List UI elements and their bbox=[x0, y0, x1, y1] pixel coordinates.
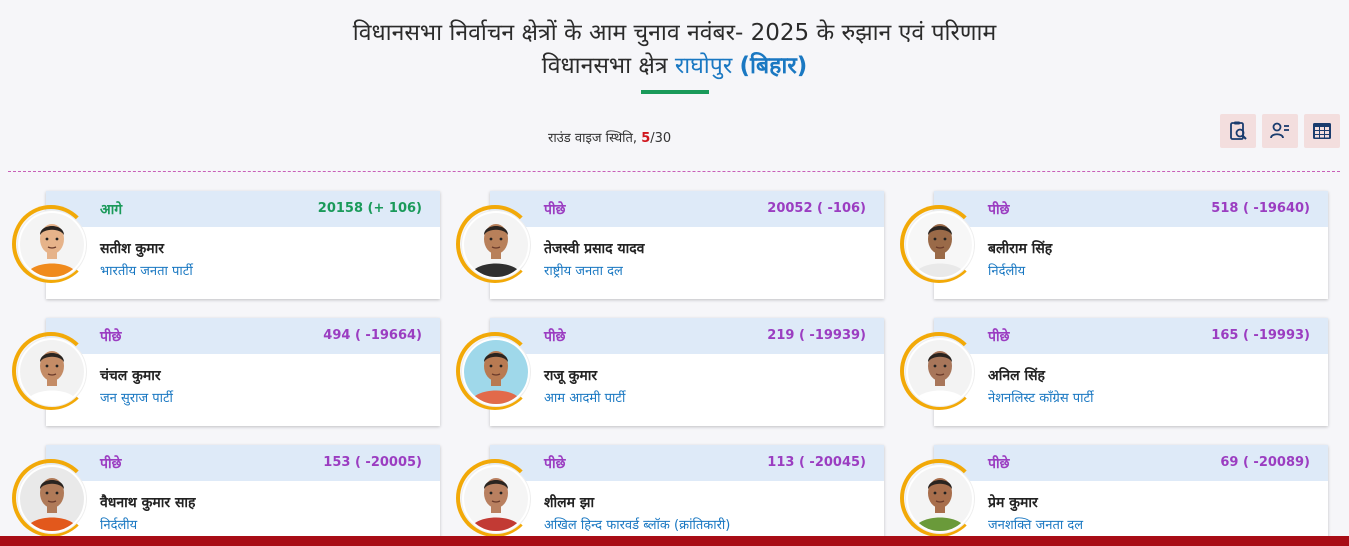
candidate-name: प्रेम कुमार bbox=[988, 495, 1038, 511]
candidate-party: निर्दलीय bbox=[988, 264, 1026, 279]
candidate-votes: 113 ( -20045) bbox=[767, 455, 866, 470]
candidate-party: आम आदमी पार्टी bbox=[544, 391, 626, 406]
candidate-card[interactable]: पीछे 518 ( -19640) बलीराम सिंह निर्दलीय bbox=[900, 191, 1328, 299]
candidate-avatar bbox=[906, 211, 974, 279]
person-photo-icon bbox=[908, 467, 972, 531]
candidate-status: पीछे bbox=[100, 329, 122, 345]
candidate-card-header: पीछे 113 ( -20045) bbox=[490, 445, 884, 481]
candidate-avatar bbox=[18, 465, 86, 533]
candidate-name: वैधनाथ कुमार साह bbox=[100, 495, 196, 511]
candidate-card-body: पीछे 165 ( -19993) अनिल सिंह नेशनलिस्ट कॉंग… bbox=[934, 318, 1328, 426]
person-photo-icon bbox=[20, 340, 84, 404]
candidate-card[interactable]: पीछे 69 ( -20089) प्रेम कुमार जनशक्ति जनता … bbox=[900, 445, 1328, 546]
candidate-name: सतीश कुमार bbox=[100, 241, 164, 257]
candidate-party: जन सुराज पार्टी bbox=[100, 391, 173, 406]
candidate-card-body: आगे 20158 (+ 106) सतीश कुमार भारतीय जनता पा… bbox=[46, 191, 440, 299]
round-current: 5 bbox=[641, 131, 651, 146]
candidate-avatar bbox=[18, 338, 86, 406]
candidate-card-header: आगे 20158 (+ 106) bbox=[46, 191, 440, 227]
section-divider bbox=[8, 171, 1340, 172]
candidate-name: बलीराम सिंह bbox=[988, 241, 1053, 257]
candidate-list-icon[interactable] bbox=[1262, 114, 1298, 148]
candidate-votes: 153 ( -20005) bbox=[323, 455, 422, 470]
candidate-party: भारतीय जनता पार्टी bbox=[100, 264, 193, 279]
candidate-party: अखिल हिन्द फारवर्ड ब्लॉक (क्रांतिकारी) bbox=[544, 518, 731, 533]
candidate-votes: 69 ( -20089) bbox=[1220, 455, 1310, 470]
candidate-card[interactable]: पीछे 153 ( -20005) वैधनाथ कुमार साह निर्दली… bbox=[12, 445, 440, 546]
candidate-card-body: पीछे 153 ( -20005) वैधनाथ कुमार साह निर्दली… bbox=[46, 445, 440, 546]
candidate-status: पीछे bbox=[544, 456, 566, 472]
candidate-name: तेजस्वी प्रसाद यादव bbox=[544, 241, 645, 257]
round-label: राउंड वाइज स्थिति, bbox=[548, 131, 638, 146]
state-name: (बिहार) bbox=[739, 53, 808, 79]
candidate-status: पीछे bbox=[100, 456, 122, 472]
candidate-avatar bbox=[462, 211, 530, 279]
view-switcher bbox=[1220, 114, 1340, 148]
candidate-status: पीछे bbox=[988, 202, 1010, 218]
person-photo-icon bbox=[908, 213, 972, 277]
round-row: राउंड वाइज स्थिति, 5/30 bbox=[0, 114, 1349, 148]
person-photo-icon bbox=[20, 467, 84, 531]
candidate-votes: 20158 (+ 106) bbox=[317, 201, 422, 216]
candidate-card-body: पीछे 20052 ( -106) तेजस्वी प्रसाद यादव राष्… bbox=[490, 191, 884, 299]
candidate-card-body: पीछे 113 ( -20045) शीलम झा अखिल हिन्द फारवर… bbox=[490, 445, 884, 546]
candidate-card-header: पीछे 20052 ( -106) bbox=[490, 191, 884, 227]
constituency-name: राघोपुर bbox=[674, 53, 733, 79]
candidate-status: पीछे bbox=[544, 329, 566, 345]
candidate-name: शीलम झा bbox=[544, 495, 595, 511]
candidate-avatar bbox=[462, 338, 530, 406]
candidate-status: पीछे bbox=[988, 329, 1010, 345]
candidate-party: निर्दलीय bbox=[100, 518, 138, 533]
candidate-card[interactable]: पीछे 494 ( -19664) चंचल कुमार जन सुराज पार्… bbox=[12, 318, 440, 426]
candidate-votes: 165 ( -19993) bbox=[1211, 328, 1310, 343]
candidate-votes: 219 ( -19939) bbox=[767, 328, 866, 343]
person-photo-icon bbox=[464, 467, 528, 531]
candidate-status: पीछे bbox=[544, 202, 566, 218]
candidate-card-body: पीछे 69 ( -20089) प्रेम कुमार जनशक्ति जनता … bbox=[934, 445, 1328, 546]
candidate-card[interactable]: पीछे 219 ( -19939) राजू कुमार आम आदमी पार्ट… bbox=[456, 318, 884, 426]
candidate-card-header: पीछे 153 ( -20005) bbox=[46, 445, 440, 481]
candidate-status: आगे bbox=[100, 202, 123, 218]
candidate-card[interactable]: आगे 20158 (+ 106) सतीश कुमार भारतीय जनता पा… bbox=[12, 191, 440, 299]
title-underline bbox=[640, 90, 709, 94]
candidate-card-header: पीछे 219 ( -19939) bbox=[490, 318, 884, 354]
person-photo-icon bbox=[464, 213, 528, 277]
candidate-card-body: पीछे 518 ( -19640) बलीराम सिंह निर्दलीय bbox=[934, 191, 1328, 299]
candidate-party: नेशनलिस्ट कॉंग्रेस पार्टी bbox=[988, 391, 1094, 406]
candidate-name: अनिल सिंह bbox=[988, 368, 1045, 384]
candidate-status: पीछे bbox=[988, 456, 1010, 472]
candidate-card-header: पीछे 69 ( -20089) bbox=[934, 445, 1328, 481]
candidate-votes: 20052 ( -106) bbox=[767, 201, 866, 216]
candidate-card-body: पीछे 219 ( -19939) राजू कुमार आम आदमी पार्ट… bbox=[490, 318, 884, 426]
person-photo-icon bbox=[464, 340, 528, 404]
candidate-card[interactable]: पीछे 20052 ( -106) तेजस्वी प्रसाद यादव राष्… bbox=[456, 191, 884, 299]
candidate-party: राष्ट्रीय जनता दल bbox=[544, 264, 623, 279]
round-total: /30 bbox=[650, 131, 672, 146]
candidate-votes: 494 ( -19664) bbox=[323, 328, 422, 343]
candidate-avatar bbox=[906, 338, 974, 406]
candidate-card-body: पीछे 494 ( -19664) चंचल कुमार जन सुराज पार्… bbox=[46, 318, 440, 426]
person-photo-icon bbox=[908, 340, 972, 404]
candidate-card[interactable]: पीछे 165 ( -19993) अनिल सिंह नेशनलिस्ट कॉंग… bbox=[900, 318, 1328, 426]
table-grid-icon[interactable] bbox=[1304, 114, 1340, 148]
candidate-name: चंचल कुमार bbox=[100, 368, 161, 384]
candidate-party: जनशक्ति जनता दल bbox=[988, 518, 1084, 533]
candidate-card-header: पीछे 165 ( -19993) bbox=[934, 318, 1328, 354]
candidate-avatar bbox=[18, 211, 86, 279]
candidate-votes: 518 ( -19640) bbox=[1211, 201, 1310, 216]
round-status: राउंड वाइज स्थिति, 5/30 bbox=[548, 128, 671, 146]
candidate-avatar bbox=[906, 465, 974, 533]
candidate-name: राजू कुमार bbox=[544, 368, 598, 384]
candidate-avatar bbox=[462, 465, 530, 533]
subtitle-prefix: विधानसभा क्षेत्र bbox=[541, 53, 668, 79]
page-header: विधानसभा निर्वाचन क्षेत्रों के आम चुनाव … bbox=[0, 0, 1349, 94]
candidate-card-header: पीछे 494 ( -19664) bbox=[46, 318, 440, 354]
person-photo-icon bbox=[20, 213, 84, 277]
clipboard-search-icon[interactable] bbox=[1220, 114, 1256, 148]
page-subtitle: विधानसभा क्षेत्र राघोपुर (बिहार) bbox=[0, 50, 1349, 82]
candidate-card[interactable]: पीछे 113 ( -20045) शीलम झा अखिल हिन्द फारवर… bbox=[456, 445, 884, 546]
footer-bar bbox=[0, 536, 1349, 546]
page-title: विधानसभा निर्वाचन क्षेत्रों के आम चुनाव … bbox=[352, 20, 997, 46]
candidate-card-header: पीछे 518 ( -19640) bbox=[934, 191, 1328, 227]
